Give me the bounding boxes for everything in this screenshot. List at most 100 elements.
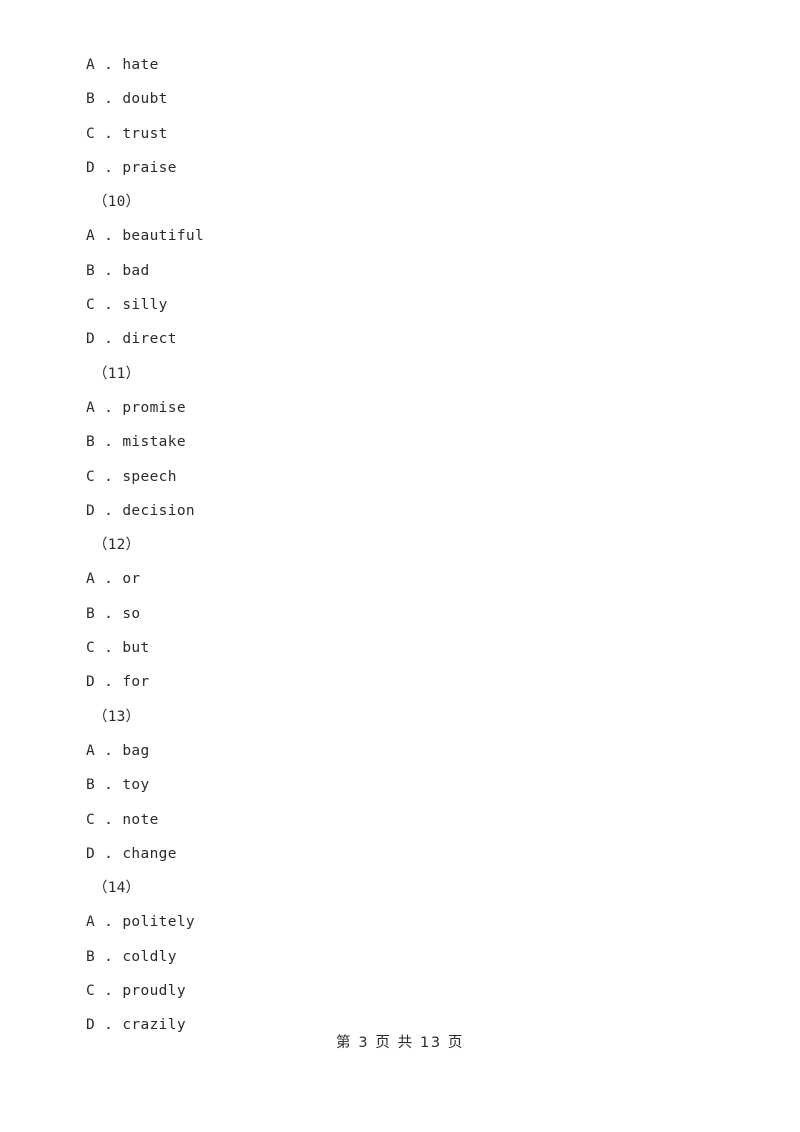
answer-option[interactable]: C . proudly [86, 974, 706, 1008]
answer-option[interactable]: C . trust [86, 117, 706, 151]
answer-option[interactable]: D . for [86, 665, 706, 699]
answer-option[interactable]: B . so [86, 597, 706, 631]
option-text: silly [122, 297, 168, 314]
option-separator: . [95, 297, 123, 314]
answer-option[interactable]: D . change [86, 837, 706, 871]
option-separator: . [95, 605, 123, 622]
option-separator: . [95, 57, 123, 73]
answer-option[interactable]: B . coldly [86, 940, 706, 974]
answer-option[interactable]: B . toy [86, 768, 706, 802]
option-letter: A [86, 228, 96, 245]
answer-option[interactable]: A . beautiful [86, 219, 706, 253]
option-separator: . [95, 262, 123, 279]
answer-option[interactable]: C . silly [86, 288, 706, 322]
question-number: （10） [93, 194, 141, 211]
option-separator: . [95, 468, 123, 485]
option-letter: B [86, 91, 96, 108]
option-separator: . [95, 91, 123, 108]
option-text: proudly [122, 983, 186, 1000]
option-text: hate [122, 57, 159, 73]
option-letter: D [86, 331, 96, 348]
answer-option[interactable]: A . bag [86, 734, 706, 768]
question-number: （14） [93, 880, 141, 897]
option-letter: C [86, 468, 96, 485]
option-letter: C [86, 640, 96, 657]
option-letter: A [86, 914, 96, 931]
option-text: politely [122, 914, 195, 931]
option-letter: A [86, 571, 96, 588]
option-separator: . [95, 674, 123, 691]
option-separator: . [95, 983, 123, 1000]
option-text: decision [122, 502, 195, 519]
answer-option[interactable]: B . mistake [86, 425, 706, 459]
option-text: trust [122, 125, 168, 142]
option-text: beautiful [122, 228, 205, 245]
question-number: （13） [93, 708, 141, 725]
option-separator: . [95, 228, 123, 245]
option-separator: . [95, 434, 123, 451]
answer-option[interactable]: D . praise [86, 151, 706, 185]
option-separator: . [95, 742, 123, 759]
answer-option[interactable]: C . speech [86, 460, 706, 494]
option-letter: D [86, 502, 96, 519]
option-letter: A [86, 742, 96, 759]
option-separator: . [95, 948, 123, 965]
option-separator: . [95, 159, 123, 176]
option-text: toy [122, 777, 150, 794]
option-letter: D [86, 159, 96, 176]
option-separator: . [95, 640, 123, 657]
option-letter: B [86, 434, 96, 451]
option-letter: B [86, 777, 96, 794]
option-separator: . [95, 777, 123, 794]
option-letter: B [86, 262, 96, 279]
option-text: bag [122, 742, 150, 759]
option-text: for [122, 674, 150, 691]
answer-option[interactable]: A . or [86, 562, 706, 596]
option-letter: A [86, 57, 96, 73]
option-text: but [122, 640, 150, 657]
option-separator: . [95, 399, 123, 416]
option-text: change [122, 845, 177, 862]
option-text: coldly [122, 948, 177, 965]
option-text: praise [122, 159, 177, 176]
page-footer: 第 3 页 共 13 页 [336, 1035, 464, 1051]
option-text: so [122, 605, 141, 622]
answer-option[interactable]: D . direct [86, 322, 706, 356]
option-separator: . [95, 845, 123, 862]
answer-option[interactable]: A . hate [86, 48, 706, 82]
answer-option[interactable]: B . bad [86, 254, 706, 288]
option-letter: A [86, 399, 96, 416]
answer-option[interactable]: A . politely [86, 905, 706, 939]
answer-option[interactable]: C . note [86, 803, 706, 837]
option-letter: B [86, 948, 96, 965]
option-separator: . [95, 125, 123, 142]
option-text: direct [122, 331, 177, 348]
question-number: （11） [93, 365, 141, 382]
option-text: bad [122, 262, 150, 279]
option-letter: B [86, 605, 96, 622]
option-letter: C [86, 983, 96, 1000]
option-text: or [122, 571, 141, 588]
answer-option[interactable]: B . doubt [86, 82, 706, 116]
option-separator: . [95, 571, 123, 588]
option-separator: . [95, 811, 123, 828]
option-separator: . [95, 914, 123, 931]
option-text: promise [122, 399, 186, 416]
option-letter: C [86, 811, 96, 828]
option-separator: . [95, 502, 123, 519]
option-text: note [122, 811, 159, 828]
option-separator: . [95, 331, 123, 348]
question-number: （12） [93, 537, 141, 554]
option-letter: C [86, 125, 96, 142]
question-list: A . hate B . doubt C . trust D . praise （10）… [86, 48, 706, 1043]
option-text: mistake [122, 434, 186, 451]
document-page: A . hate B . doubt C . trust D . praise （10）… [0, 0, 800, 1132]
option-text: speech [122, 468, 177, 485]
option-letter: D [86, 674, 96, 691]
answer-option[interactable]: C . but [86, 631, 706, 665]
option-letter: D [86, 845, 96, 862]
option-letter: C [86, 297, 96, 314]
option-text: doubt [122, 91, 168, 108]
answer-option[interactable]: D . decision [86, 494, 706, 528]
answer-option[interactable]: A . promise [86, 391, 706, 425]
